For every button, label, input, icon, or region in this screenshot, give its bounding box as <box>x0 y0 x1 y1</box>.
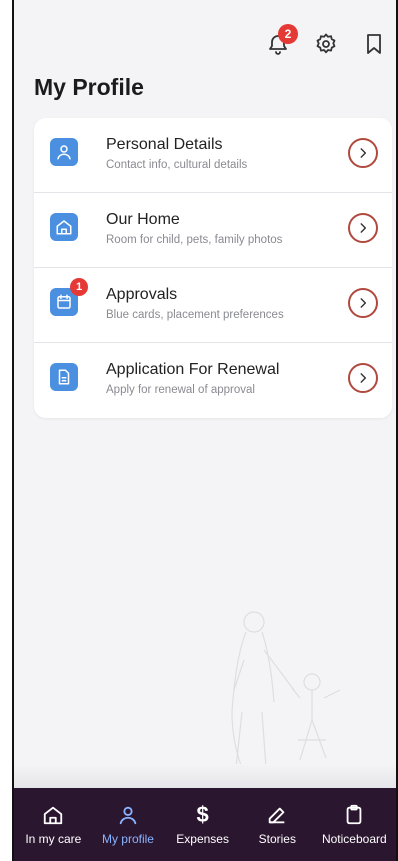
item-title: Application For Renewal <box>106 361 280 378</box>
list-item-personal-details[interactable]: Personal Details Contact info, cultural … <box>34 118 392 193</box>
item-subtitle: Room for child, pets, family photos <box>106 234 283 246</box>
nav-item-in-my-care[interactable]: In my care <box>23 804 83 846</box>
family-illustration <box>231 611 341 769</box>
top-actions: 2 <box>264 24 388 64</box>
home-icon <box>44 806 63 824</box>
nav-item-expenses[interactable]: $ Expenses <box>173 801 233 846</box>
edit-icon <box>269 807 285 823</box>
item-title: Approvals <box>106 286 178 303</box>
list-item-application-for-renewal[interactable]: Application For Renewal Apply for renewa… <box>34 343 392 418</box>
item-title: Our Home <box>106 211 180 228</box>
notifications-button[interactable]: 2 <box>264 24 298 58</box>
list-item-our-home[interactable]: Our Home Room for child, pets, family ph… <box>34 193 392 268</box>
gear-icon <box>316 33 336 54</box>
approvals-badge: 1 <box>70 278 88 296</box>
calendar-icon: 1 <box>50 278 88 316</box>
chevron-right-icon[interactable] <box>348 288 378 318</box>
page-title: My Profile <box>34 74 144 100</box>
item-subtitle: Apply for renewal of approval <box>106 384 255 396</box>
nav-label: Stories <box>258 831 296 846</box>
bookmark-button[interactable] <box>360 30 388 58</box>
nav-item-noticeboard[interactable]: Noticeboard <box>322 804 387 846</box>
nav-shadow <box>14 764 396 788</box>
item-title: Personal Details <box>106 136 223 153</box>
bottom-navigation: In my care My profile $ Expenses Stories… <box>14 788 396 861</box>
profile-menu-card: Personal Details Contact info, cultural … <box>34 118 392 418</box>
notification-badge: 2 <box>278 24 298 44</box>
nav-item-stories[interactable]: Stories <box>247 804 307 846</box>
person-icon <box>119 806 137 824</box>
home-icon <box>50 213 78 241</box>
chevron-right-icon[interactable] <box>348 363 378 393</box>
nav-label: Expenses <box>176 831 229 846</box>
dollar-icon: $ <box>196 801 209 827</box>
nav-label: Noticeboard <box>321 831 387 846</box>
chevron-right-icon[interactable] <box>348 213 378 243</box>
app-screen: 2 My Profile Personal Details Contact in… <box>12 0 398 861</box>
settings-button[interactable] <box>312 30 340 58</box>
item-subtitle: Contact info, cultural details <box>106 159 248 171</box>
nav-item-my-profile[interactable]: My profile <box>98 804 158 846</box>
clipboard-icon <box>346 804 362 824</box>
nav-label: My profile <box>101 831 154 846</box>
list-item-approvals[interactable]: 1 Approvals Blue cards, placement prefer… <box>34 268 392 343</box>
person-icon <box>50 138 78 166</box>
nav-label: In my care <box>25 831 82 846</box>
document-icon <box>50 363 78 391</box>
item-subtitle: Blue cards, placement preferences <box>106 309 284 321</box>
bookmark-icon <box>367 34 381 54</box>
chevron-right-icon[interactable] <box>348 138 378 168</box>
